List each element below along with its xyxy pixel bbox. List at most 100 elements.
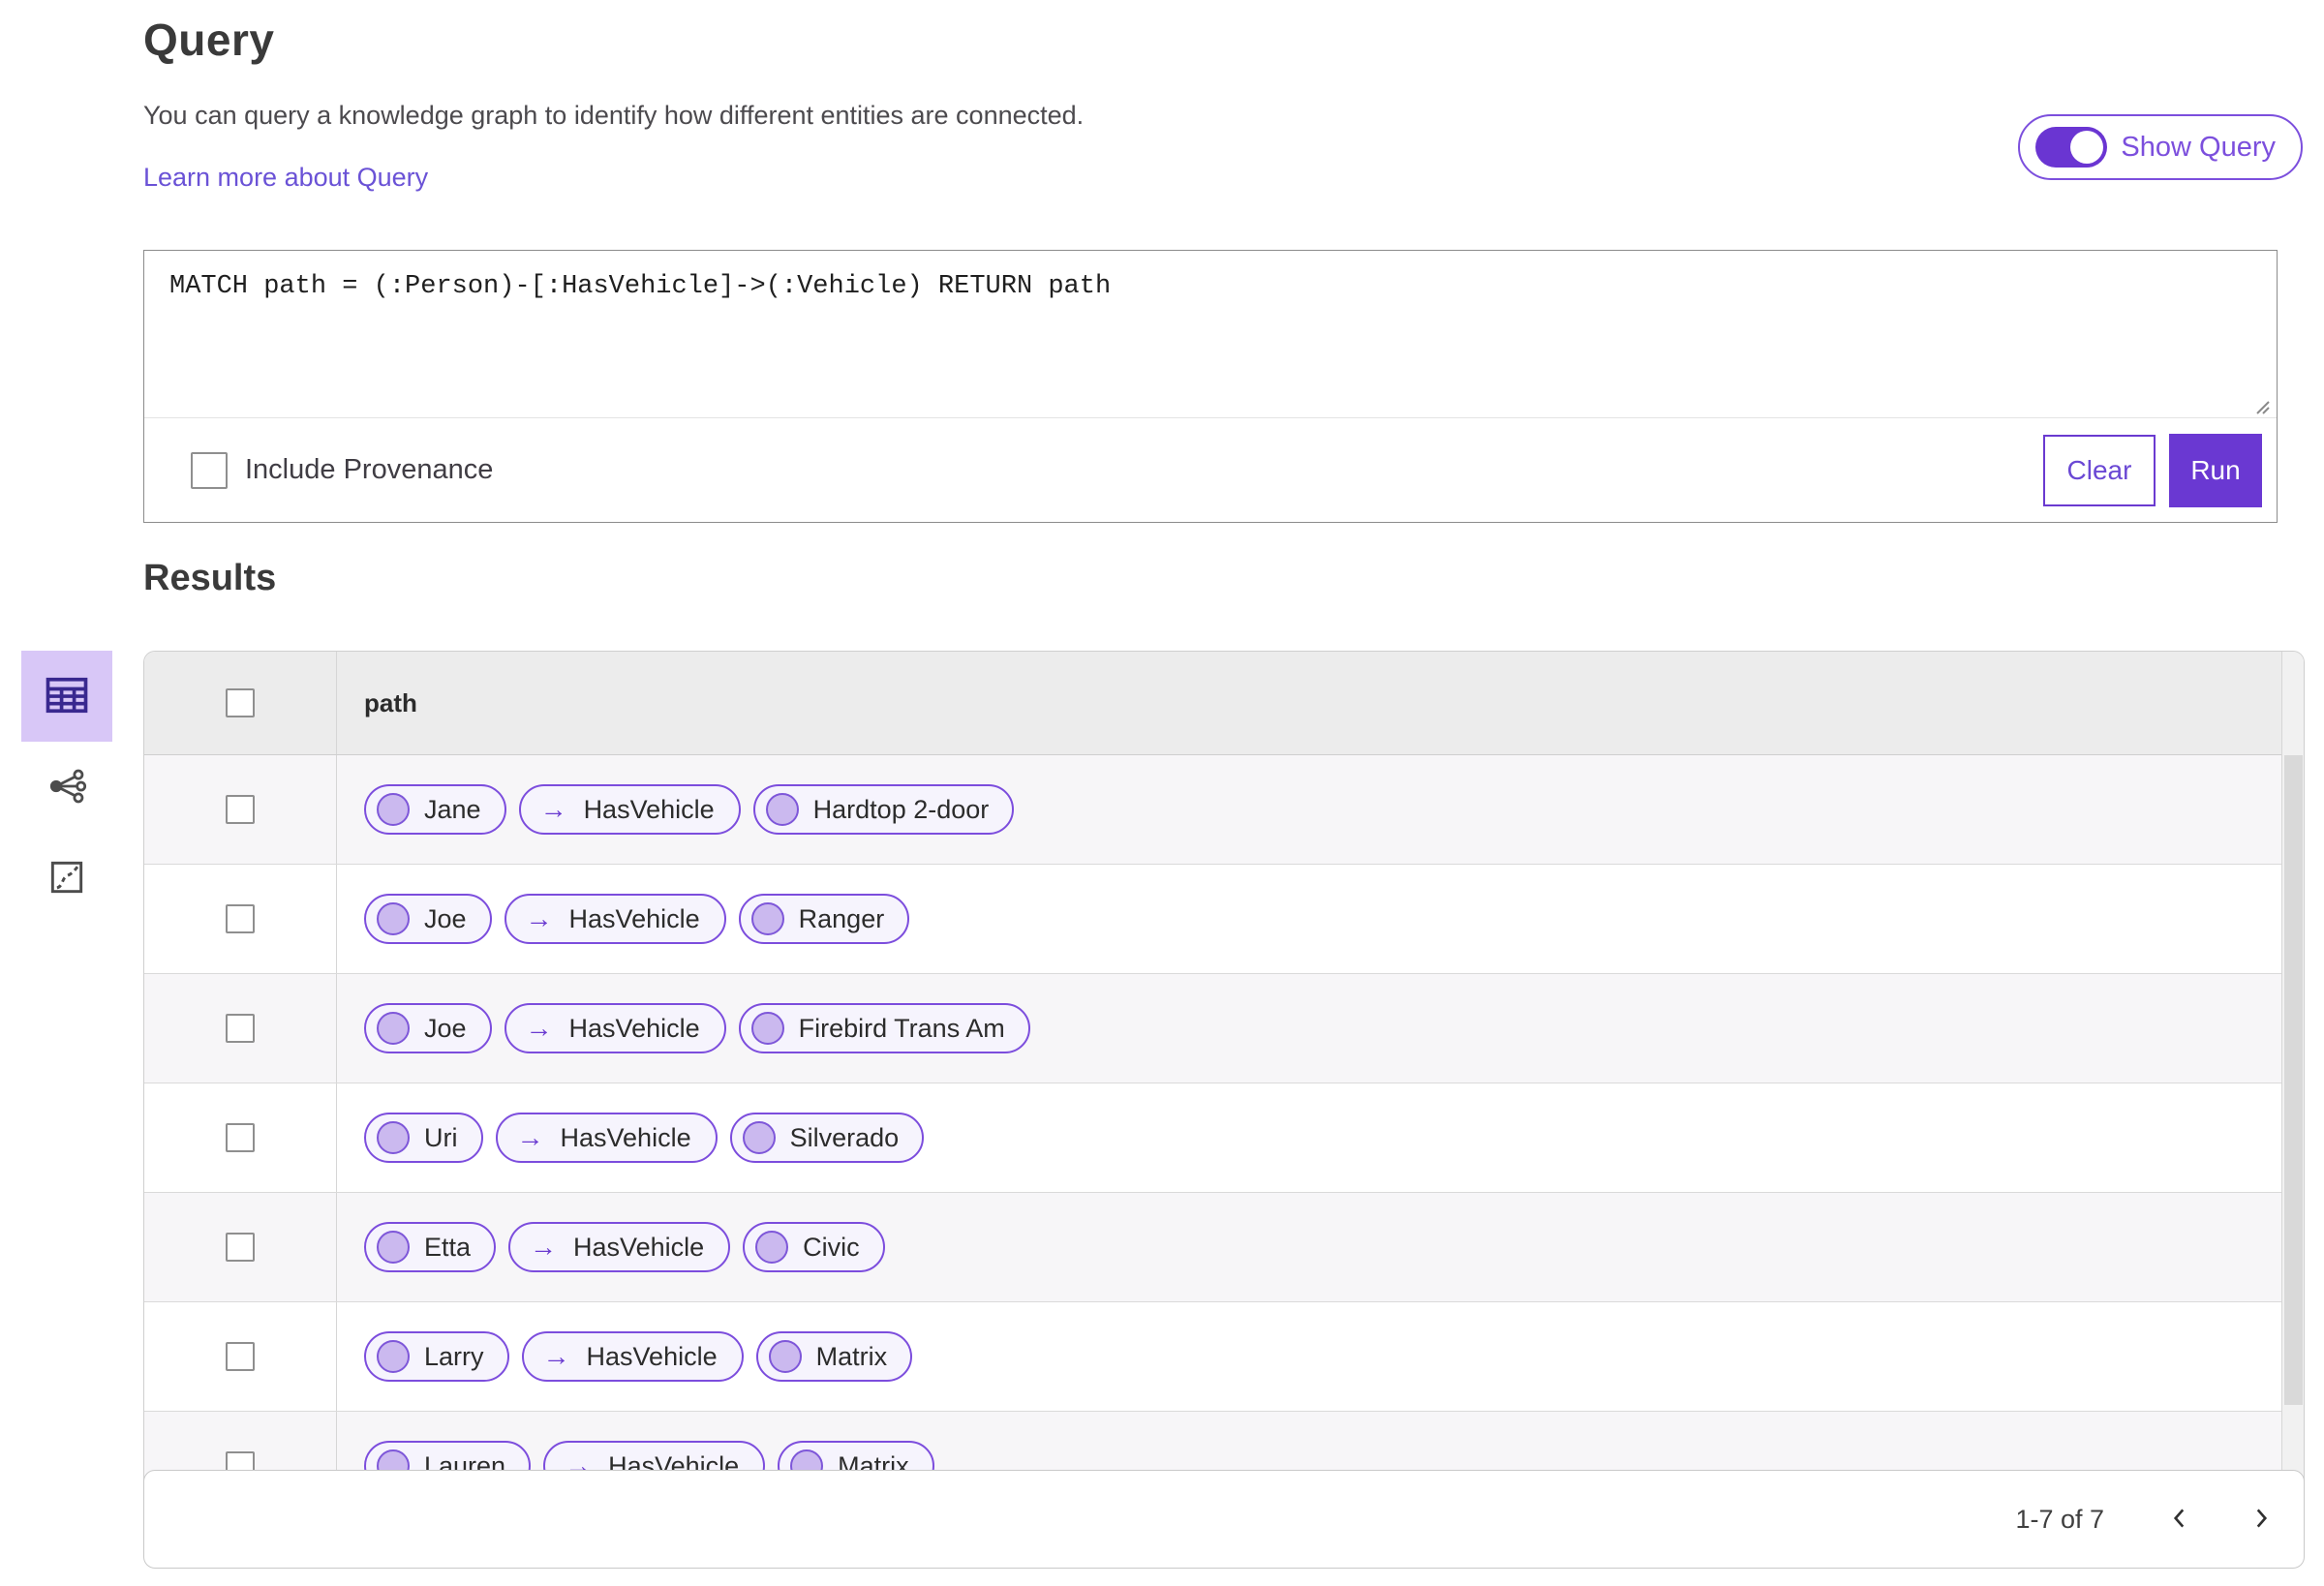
table-row: Etta → HasVehicle Civic: [144, 1193, 2304, 1302]
arrow-right-icon: →: [525, 903, 553, 933]
source-entity-label: Jane: [424, 794, 481, 824]
entity-node-icon: [755, 1231, 789, 1264]
table-body: Jane → HasVehicle Hardtop 2-door Joe → H…: [144, 755, 2304, 1521]
source-entity-pill[interactable]: Joe: [364, 1003, 492, 1053]
relationship-label: HasVehicle: [560, 1122, 691, 1152]
relationship-pill[interactable]: → HasVehicle: [518, 784, 741, 835]
next-page-button[interactable]: [2240, 1498, 2282, 1540]
run-button[interactable]: Run: [2169, 433, 2262, 507]
target-entity-label: Firebird Trans Am: [798, 1013, 1005, 1043]
table-view-icon: [42, 670, 92, 723]
table-row: Jane → HasVehicle Hardtop 2-door: [144, 755, 2304, 865]
table-row: Joe → HasVehicle Ranger: [144, 865, 2304, 974]
chevron-left-icon: [2167, 1506, 2192, 1534]
query-input[interactable]: MATCH path = (:Person)-[:HasVehicle]->(:…: [144, 251, 2277, 418]
relationship-pill[interactable]: → HasVehicle: [504, 1003, 726, 1053]
map-view-button[interactable]: [21, 833, 112, 924]
row-checkbox[interactable]: [226, 1123, 255, 1152]
scrollbar-thumb[interactable]: [2284, 755, 2303, 1405]
show-query-label: Show Query: [2121, 131, 2276, 163]
source-entity-pill[interactable]: Uri: [364, 1113, 483, 1163]
source-entity-pill[interactable]: Etta: [364, 1222, 497, 1272]
relationship-label: HasVehicle: [586, 1341, 718, 1371]
entity-node-icon: [377, 902, 410, 935]
source-entity-pill[interactable]: Larry: [364, 1331, 509, 1382]
arrow-right-icon: →: [542, 1341, 570, 1371]
source-entity-pill[interactable]: Jane: [364, 784, 506, 835]
resize-grip-icon[interactable]: [2249, 394, 2271, 415]
target-entity-label: Ranger: [798, 903, 885, 933]
clear-button[interactable]: Clear: [2043, 434, 2156, 506]
pagination-bar: 1-7 of 7: [143, 1470, 2305, 1569]
relationship-label: HasVehicle: [573, 1232, 705, 1262]
table-view-button[interactable]: [21, 651, 112, 742]
arrow-right-icon: →: [525, 1013, 553, 1043]
previous-page-button[interactable]: [2158, 1498, 2201, 1540]
source-entity-label: Joe: [424, 903, 467, 933]
source-entity-label: Uri: [424, 1122, 458, 1152]
select-all-checkbox[interactable]: [226, 688, 255, 717]
row-checkbox[interactable]: [226, 1014, 255, 1043]
entity-node-icon: [377, 793, 410, 826]
table-row: Larry → HasVehicle Matrix: [144, 1302, 2304, 1412]
entity-node-icon: [765, 793, 799, 826]
toggle-on-icon[interactable]: [2035, 127, 2108, 168]
table-header-row: path: [144, 652, 2304, 755]
entity-node-icon: [742, 1121, 776, 1154]
target-entity-pill[interactable]: Matrix: [755, 1331, 913, 1382]
relationship-pill[interactable]: → HasVehicle: [495, 1113, 718, 1163]
entity-node-icon: [768, 1340, 802, 1373]
target-entity-pill[interactable]: Ranger: [738, 894, 910, 944]
query-footer: Include Provenance Clear Run: [144, 418, 2277, 522]
row-checkbox[interactable]: [226, 904, 255, 933]
relationship-label: HasVehicle: [583, 794, 715, 824]
pagination-range-label: 1-7 of 7: [2015, 1504, 2104, 1534]
entity-node-icon: [377, 1121, 410, 1154]
table-row: Uri → HasVehicle Silverado: [144, 1083, 2304, 1193]
query-page: Query You can query a knowledge graph to…: [0, 0, 2324, 1586]
relationship-pill[interactable]: → HasVehicle: [508, 1222, 731, 1272]
entity-node-icon: [377, 1340, 410, 1373]
row-checkbox[interactable]: [226, 1342, 255, 1371]
source-entity-label: Joe: [424, 1013, 467, 1043]
map-view-icon: [46, 856, 88, 901]
arrow-right-icon: →: [539, 794, 567, 824]
results-title: Results: [143, 558, 277, 598]
query-panel: MATCH path = (:Person)-[:HasVehicle]->(:…: [143, 250, 2278, 523]
include-provenance-checkbox[interactable]: [191, 451, 228, 489]
target-entity-pill[interactable]: Civic: [743, 1222, 885, 1272]
target-entity-pill[interactable]: Hardtop 2-door: [752, 784, 1015, 835]
entity-node-icon: [377, 1012, 410, 1045]
learn-more-link[interactable]: Learn more about Query: [143, 163, 428, 193]
entity-node-icon: [377, 1231, 410, 1264]
include-provenance-label: Include Provenance: [245, 454, 494, 485]
source-entity-pill[interactable]: Joe: [364, 894, 492, 944]
chevron-right-icon: [2248, 1506, 2274, 1534]
relationship-pill[interactable]: → HasVehicle: [521, 1331, 744, 1382]
relationship-label: HasVehicle: [568, 1013, 700, 1043]
results-table: path Jane → HasVehicle Hardtop 2-door Jo…: [143, 651, 2305, 1526]
entity-node-icon: [750, 1012, 784, 1045]
scrollbar-track[interactable]: [2281, 652, 2304, 1526]
target-entity-pill[interactable]: Silverado: [729, 1113, 925, 1163]
source-entity-label: Larry: [424, 1341, 484, 1371]
target-entity-pill[interactable]: Firebird Trans Am: [738, 1003, 1030, 1053]
target-entity-label: Civic: [803, 1232, 860, 1262]
relationship-pill[interactable]: → HasVehicle: [504, 894, 726, 944]
entity-node-icon: [750, 902, 784, 935]
target-entity-label: Silverado: [789, 1122, 900, 1152]
link-chart-view-icon: [46, 765, 88, 810]
link-chart-view-button[interactable]: [21, 742, 112, 833]
show-query-toggle[interactable]: Show Query: [2018, 114, 2303, 180]
page-description: You can query a knowledge graph to ident…: [143, 101, 1085, 130]
table-row: Joe → HasVehicle Firebird Trans Am: [144, 974, 2304, 1083]
arrow-right-icon: →: [530, 1232, 558, 1262]
row-checkbox[interactable]: [226, 795, 255, 824]
relationship-label: HasVehicle: [568, 903, 700, 933]
target-entity-label: Hardtop 2-door: [812, 794, 990, 824]
toggle-knob: [2070, 131, 2104, 164]
page-title: Query: [143, 15, 275, 65]
arrow-right-icon: →: [516, 1122, 544, 1152]
source-entity-label: Etta: [424, 1232, 472, 1262]
row-checkbox[interactable]: [226, 1233, 255, 1262]
